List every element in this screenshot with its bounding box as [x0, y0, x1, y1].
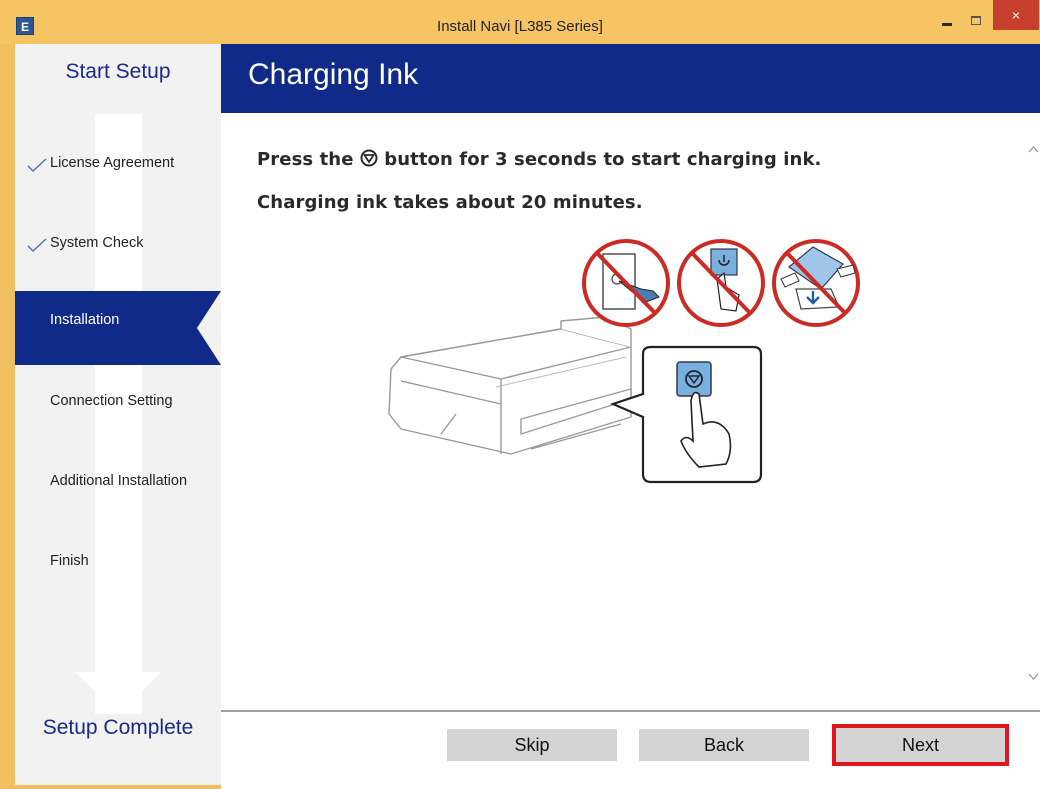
back-button[interactable]: Back — [639, 729, 809, 761]
printer-illustration — [388, 239, 860, 484]
ink-charge-stop-icon — [360, 149, 378, 167]
step-installation: Installation — [15, 291, 221, 365]
step-label: Additional Installation — [50, 473, 188, 489]
step-label: Connection Setting — [50, 393, 173, 409]
maximize-icon — [971, 16, 981, 25]
step-label: Finish — [50, 553, 89, 569]
step-additional-installation: Additional Installation — [15, 470, 221, 500]
step-connection-setting: Connection Setting — [15, 390, 221, 420]
start-setup-label: Start Setup — [65, 60, 171, 83]
minimize-button[interactable] — [934, 8, 960, 30]
step-label: License Agreement — [50, 155, 175, 171]
close-button[interactable]: × — [993, 0, 1039, 30]
instruction-text-after: button for 3 seconds to start charging i… — [384, 149, 822, 170]
step-label: System Check — [50, 235, 144, 251]
checkmark-icon — [27, 238, 47, 252]
setup-steps-sidebar: Start Setup License Agreement System Che… — [15, 44, 221, 785]
title-bar[interactable]: E Install Navi [L385 Series] × — [0, 0, 1040, 44]
content-scrollbar[interactable] — [1027, 124, 1040, 684]
instruction-press-button: Press the button for 3 seconds to start … — [257, 149, 821, 170]
step-system-check: System Check — [15, 232, 221, 262]
instruction-duration: Charging ink takes about 20 minutes. — [257, 192, 643, 213]
instruction-text-before: Press the — [257, 149, 354, 170]
step-license-agreement: License Agreement — [15, 152, 221, 182]
installer-window: E Install Navi [L385 Series] × Start Set… — [0, 0, 1040, 789]
open-scanner-prohibited-icon — [772, 239, 860, 327]
step-label: Installation — [50, 312, 120, 328]
step-finish: Finish — [15, 550, 221, 580]
page-header: Charging Ink — [221, 44, 1040, 113]
minimize-icon — [942, 23, 952, 26]
next-button[interactable]: Next — [836, 728, 1005, 762]
footer-divider — [221, 710, 1040, 712]
scroll-down-arrow-icon[interactable] — [1027, 672, 1040, 682]
page-title: Charging Ink — [248, 58, 419, 91]
window-title: Install Navi [L385 Series] — [437, 18, 603, 35]
main-panel: Charging Ink Press the button for 3 seco… — [221, 44, 1040, 789]
skip-button[interactable]: Skip — [447, 729, 617, 761]
checkmark-icon — [27, 158, 47, 172]
progress-arrow-head — [75, 672, 161, 714]
unplug-prohibited-icon — [582, 239, 670, 327]
power-button-prohibited-icon — [677, 239, 765, 327]
setup-complete-label: Setup Complete — [42, 716, 194, 739]
scroll-up-arrow-icon[interactable] — [1027, 144, 1040, 154]
close-icon: × — [1011, 7, 1021, 23]
active-step-pointer — [197, 291, 221, 365]
maximize-button[interactable] — [962, 8, 990, 30]
